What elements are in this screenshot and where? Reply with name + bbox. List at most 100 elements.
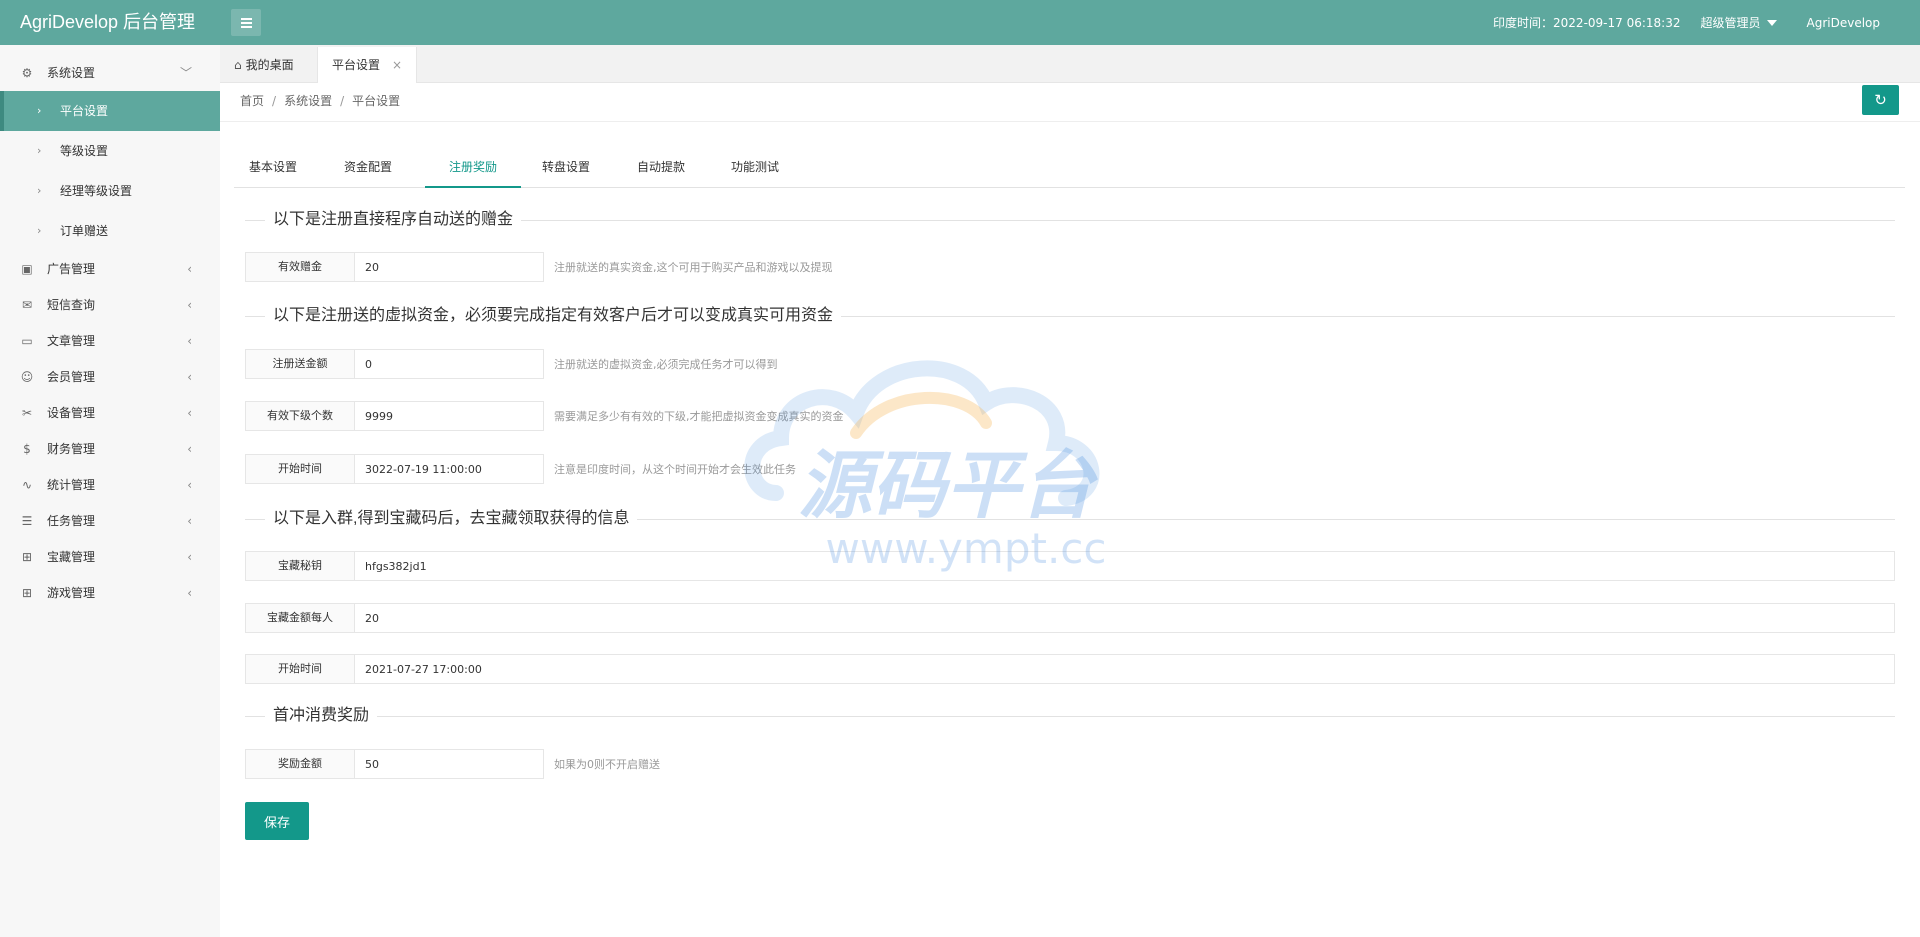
breadcrumb-separator: / bbox=[340, 94, 345, 108]
tab-label: 平台设置 bbox=[332, 58, 381, 72]
field-hint: 注册就送的虚拟资金,必须完成任务才可以得到 bbox=[554, 358, 778, 371]
chevron-right-icon: › bbox=[37, 184, 42, 197]
sidebar-item-treasure[interactable]: ⊞ 宝藏管理 ‹ bbox=[0, 539, 220, 575]
save-button[interactable]: 保存 bbox=[245, 802, 309, 840]
reg-amount-input[interactable] bbox=[355, 349, 544, 379]
sidebar-sub-levels[interactable]: › 等级设置 bbox=[0, 131, 220, 171]
chevron-left-icon: ‹ bbox=[187, 478, 192, 492]
settings-tabs: 基本设置 资金配置 注册奖励 转盘设置 自动提款 功能测试 bbox=[234, 152, 1905, 188]
sidebar-item-sms[interactable]: ✉ 短信查询 ‹ bbox=[0, 287, 220, 323]
section-title: 以下是入群,得到宝藏码后，去宝藏领取获得的信息 bbox=[245, 507, 1895, 531]
sidebar-item-devices[interactable]: ✂ 设备管理 ‹ bbox=[0, 395, 220, 431]
sidebar-item-label: 文章管理 bbox=[47, 334, 96, 348]
divider bbox=[245, 716, 1895, 717]
field-hint: 需要满足多少有有效的下级,才能把虚拟资金变成真实的资金 bbox=[554, 410, 844, 423]
gear-icon: ⚙ bbox=[21, 66, 33, 80]
tab-register-reward[interactable]: 注册奖励 bbox=[425, 152, 521, 188]
app-brand: AgriDevelop 后台管理 bbox=[20, 12, 196, 32]
chevron-left-icon: ‹ bbox=[187, 442, 192, 456]
valid-bonus-input[interactable] bbox=[355, 252, 544, 282]
reward-amount-input[interactable] bbox=[355, 749, 544, 779]
breadcrumb-separator: / bbox=[272, 94, 277, 108]
home-icon: ⌂ bbox=[234, 58, 242, 72]
sliders-icon: ☰ bbox=[21, 514, 33, 528]
sidebar-item-label: 任务管理 bbox=[47, 514, 96, 528]
tools-icon: ✂ bbox=[21, 406, 33, 420]
chevron-left-icon: ‹ bbox=[187, 406, 192, 420]
sidebar-sub-platform[interactable]: › 平台设置 bbox=[0, 91, 220, 131]
sidebar-sub-label: 经理等级设置 bbox=[60, 184, 133, 198]
treasure-amount-input[interactable] bbox=[355, 603, 1895, 633]
field-label: 有效下级个数 bbox=[245, 401, 355, 431]
close-icon[interactable]: × bbox=[392, 58, 402, 72]
sidebar-item-members[interactable]: ☺ 会员管理 ‹ bbox=[0, 359, 220, 395]
tab-wheel[interactable]: 转盘设置 bbox=[536, 152, 596, 188]
image-icon: ▣ bbox=[21, 262, 33, 276]
sidebar: ⚙ 系统设置 ﹀ › 平台设置 › 等级设置 › 经理等级设置 › 订单赠送 ▣… bbox=[0, 45, 220, 937]
tab-basic[interactable]: 基本设置 bbox=[244, 152, 302, 188]
treasure-key-input[interactable] bbox=[355, 551, 1895, 581]
tab-function-test[interactable]: 功能测试 bbox=[725, 152, 785, 188]
field-hint: 注册就送的真实资金,这个可用于购买产品和游戏以及提现 bbox=[554, 261, 833, 274]
user-menu[interactable]: AgriDevelop bbox=[1807, 16, 1881, 30]
treasure-time-input[interactable] bbox=[355, 654, 1895, 684]
chevron-left-icon: ‹ bbox=[187, 586, 192, 600]
tab-funds[interactable]: 资金配置 bbox=[339, 152, 397, 188]
sidebar-item-stats[interactable]: ∿ 统计管理 ‹ bbox=[0, 467, 220, 503]
sidebar-item-tasks[interactable]: ☰ 任务管理 ‹ bbox=[0, 503, 220, 539]
section-title: 以下是注册直接程序自动送的赠金 bbox=[245, 208, 1895, 232]
hamburger-icon bbox=[241, 18, 252, 20]
sidebar-item-label: 宝藏管理 bbox=[47, 550, 96, 564]
section-heading: 首冲消费奖励 bbox=[265, 704, 378, 728]
sidebar-item-games[interactable]: ⊞ 游戏管理 ‹ bbox=[0, 575, 220, 611]
field-label: 宝藏秘钥 bbox=[245, 551, 355, 581]
page-tab-bar: ⌂ 我的桌面 平台设置 × bbox=[220, 45, 1920, 83]
field-reward-amount: 奖励金额 如果为0则不开启赠送 bbox=[245, 749, 660, 779]
sidebar-item-ads[interactable]: ▣ 广告管理 ‹ bbox=[0, 251, 220, 287]
field-hint: 注意是印度时间，从这个时间开始才会生效此任务 bbox=[554, 463, 796, 476]
breadcrumb-home[interactable]: 首页 bbox=[240, 94, 264, 108]
section-title: 以下是注册送的虚拟资金，必须要完成指定有效客户后才可以变成真实可用资金 bbox=[245, 304, 1895, 328]
section-heading: 以下是注册送的虚拟资金，必须要完成指定有效客户后才可以变成真实可用资金 bbox=[265, 304, 842, 328]
sidebar-item-articles[interactable]: ▭ 文章管理 ‹ bbox=[0, 323, 220, 359]
field-treasure-amount: 宝藏金额每人 bbox=[245, 603, 1895, 633]
valid-subs-input[interactable] bbox=[355, 401, 544, 431]
field-treasure-key: 宝藏秘钥 bbox=[245, 551, 1895, 581]
tab-auto-withdraw[interactable]: 自动提款 bbox=[631, 152, 691, 188]
menu-toggle-button[interactable] bbox=[231, 9, 261, 36]
start-time-input[interactable] bbox=[355, 454, 544, 484]
book-icon: ▭ bbox=[21, 334, 33, 348]
chevron-down-icon: ﹀ bbox=[179, 66, 192, 80]
gift-icon: ⊞ bbox=[21, 586, 33, 600]
sidebar-sub-manager-levels[interactable]: › 经理等级设置 bbox=[0, 171, 220, 211]
dollar-icon: $ bbox=[23, 442, 31, 456]
field-label: 有效赠金 bbox=[245, 252, 355, 282]
breadcrumb-current: 平台设置 bbox=[352, 94, 401, 108]
field-label: 注册送金额 bbox=[245, 349, 355, 379]
field-label: 奖励金额 bbox=[245, 749, 355, 779]
sidebar-item-system[interactable]: ⚙ 系统设置 ﹀ bbox=[0, 55, 220, 91]
sidebar-item-label: 短信查询 bbox=[47, 298, 96, 312]
tab-my-desktop[interactable]: ⌂ 我的桌面 bbox=[220, 47, 308, 83]
sidebar-sub-order-gift[interactable]: › 订单赠送 bbox=[0, 211, 220, 251]
chevron-right-icon: › bbox=[37, 144, 42, 157]
server-time: 印度时间：2022-09-17 06:18:32 bbox=[1493, 16, 1681, 30]
field-label: 宝藏金额每人 bbox=[245, 603, 355, 633]
breadcrumb-system[interactable]: 系统设置 bbox=[284, 94, 332, 108]
chevron-right-icon: › bbox=[37, 104, 42, 117]
sidebar-item-finance[interactable]: $ 财务管理 ‹ bbox=[0, 431, 220, 467]
field-valid-subs: 有效下级个数 需要满足多少有有效的下级,才能把虚拟资金变成真实的资金 bbox=[245, 401, 844, 431]
breadcrumb: 首页 / 系统设置 / 平台设置 bbox=[240, 83, 400, 119]
sidebar-sub-label: 等级设置 bbox=[60, 144, 109, 158]
refresh-button[interactable]: ↻ bbox=[1862, 85, 1899, 115]
section-title: 首冲消费奖励 bbox=[245, 704, 1895, 728]
tab-platform-settings[interactable]: 平台设置 × bbox=[317, 47, 418, 83]
chevron-right-icon: › bbox=[37, 224, 42, 237]
field-hint: 如果为0则不开启赠送 bbox=[554, 758, 660, 771]
sidebar-item-label: 会员管理 bbox=[47, 370, 96, 384]
header-right: 印度时间：2022-09-17 06:18:32 超级管理员 AgriDevel… bbox=[1493, 0, 1920, 45]
role-dropdown[interactable]: 超级管理员 bbox=[1700, 14, 1777, 31]
users-icon: ☺ bbox=[20, 370, 34, 384]
section-heading: 以下是注册直接程序自动送的赠金 bbox=[265, 208, 522, 232]
chevron-left-icon: ‹ bbox=[187, 334, 192, 348]
